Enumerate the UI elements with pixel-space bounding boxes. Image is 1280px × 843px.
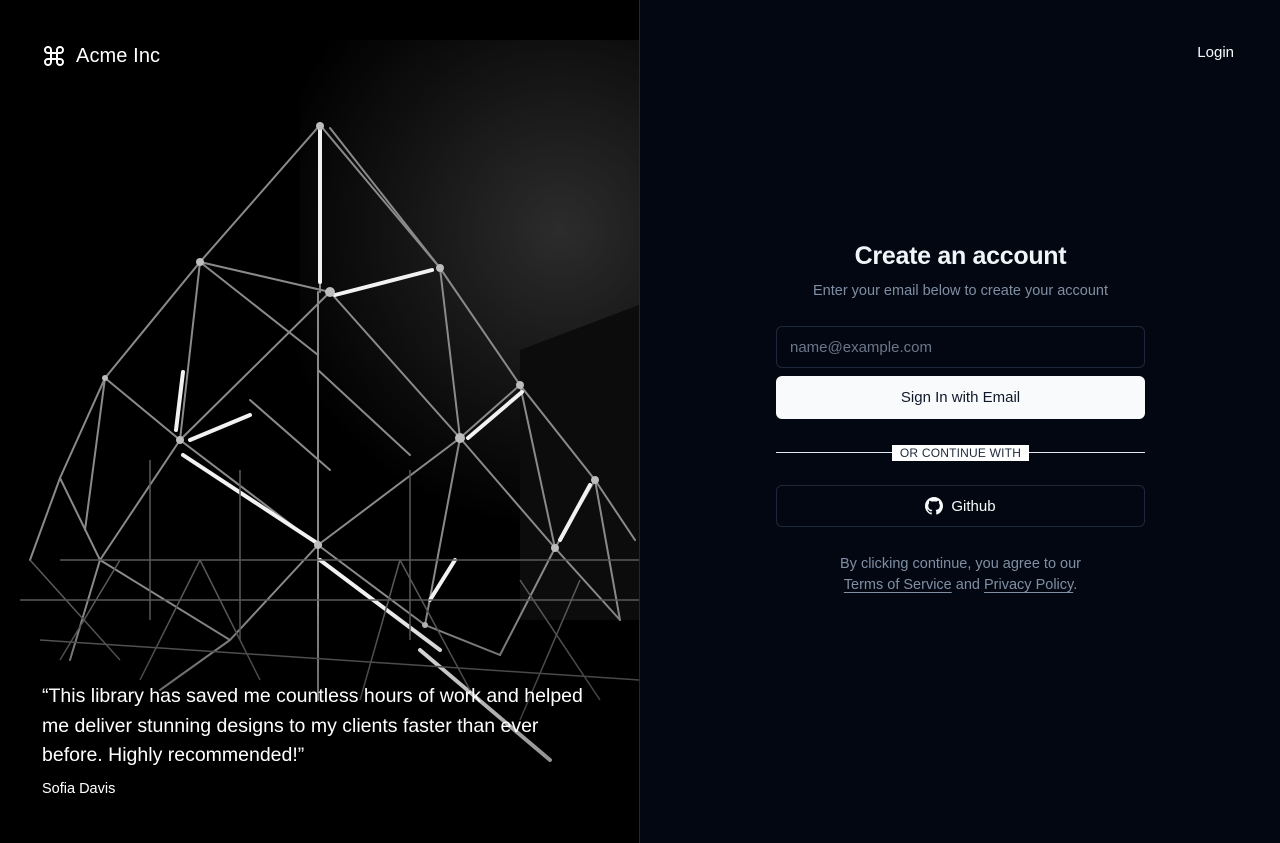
login-link[interactable]: Login <box>1197 44 1234 61</box>
email-field[interactable] <box>776 326 1145 368</box>
testimonial-quote: “This library has saved me countless hou… <box>42 685 583 766</box>
command-icon <box>42 44 66 68</box>
legal-suffix: . <box>1073 577 1078 593</box>
github-button[interactable]: Github <box>776 485 1145 527</box>
github-button-label: Github <box>951 497 996 515</box>
testimonial-author: Sofia Davis <box>42 780 116 797</box>
brand[interactable]: Acme Inc <box>42 44 160 68</box>
signup-form: Create an account Enter your email below… <box>776 242 1145 596</box>
auth-panel: Login Create an account Enter your email… <box>640 0 1280 843</box>
testimonial: “This library has saved me countless hou… <box>42 682 602 797</box>
legal-text: By clicking continue, you agree to our T… <box>776 554 1145 596</box>
divider-label: OR CONTINUE WITH <box>891 445 1030 461</box>
brand-name: Acme Inc <box>76 44 161 67</box>
sign-in-with-email-button[interactable]: Sign In with Email <box>776 376 1145 419</box>
page: Acme Inc “This library has saved me coun… <box>0 0 1280 843</box>
terms-of-service-link[interactable]: Terms of Service <box>844 577 952 593</box>
page-title: Create an account <box>854 242 1067 270</box>
github-icon <box>925 497 944 515</box>
hero-panel: Acme Inc “This library has saved me coun… <box>0 0 640 843</box>
divider: OR CONTINUE WITH <box>776 444 1145 461</box>
legal-prefix: By clicking continue, you agree to our <box>840 556 1081 572</box>
page-subtitle: Enter your email below to create your ac… <box>813 283 1108 299</box>
privacy-policy-link[interactable]: Privacy Policy <box>984 577 1073 593</box>
legal-and: and <box>955 577 980 593</box>
